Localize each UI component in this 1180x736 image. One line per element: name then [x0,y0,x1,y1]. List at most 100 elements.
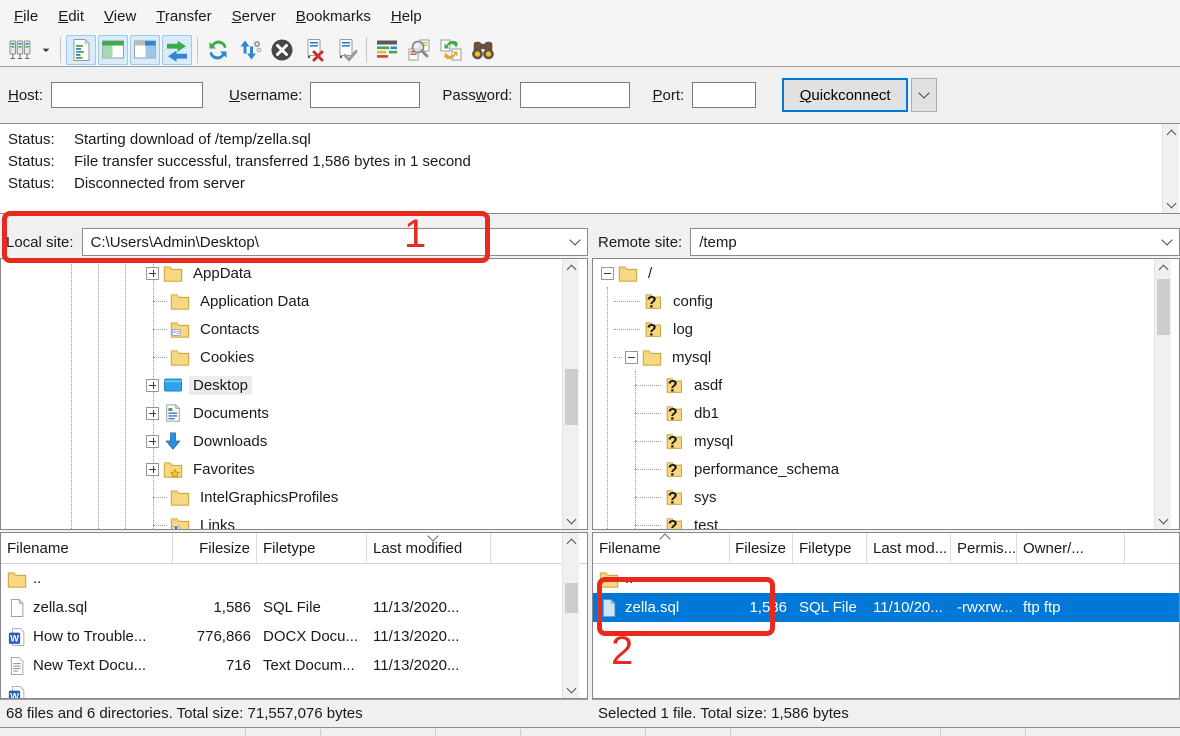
queue-column-divider [520,729,521,736]
reconnect-server-button[interactable] [331,35,361,65]
file-row-zella-sql[interactable]: zella.sql1,586SQL File11/13/2020... [1,593,587,622]
column-header-permis[interactable]: Permis... [951,533,1017,563]
expander-plus-icon[interactable] [146,435,159,448]
tree-item-db1[interactable]: ?db1 [593,399,1179,427]
process-transfer-queue-button[interactable] [235,35,265,65]
toggle-local-tree-button[interactable] [98,35,128,65]
tree-item-mysql[interactable]: ?mysql [593,427,1179,455]
quickconnect-dropdown-button[interactable] [911,78,937,112]
tree-item-documents[interactable]: Documents [1,399,587,427]
scroll-up-icon[interactable] [563,259,580,276]
column-header-filesize[interactable]: Filesize [173,533,257,563]
open-site-manager-button[interactable] [5,35,35,65]
file-row-how-to-trouble[interactable]: WHow to Trouble...776,866DOCX Docu...11/… [1,622,587,651]
expander-minus-icon[interactable] [625,351,638,364]
toggle-transfer-queue-button[interactable] [162,35,192,65]
tree-item-desktop[interactable]: Desktop [1,371,587,399]
downloads-icon [163,431,183,451]
tree-item-asdf[interactable]: ?asdf [593,371,1179,399]
tree-item-test[interactable]: ?test [593,511,1179,530]
toggle-remote-tree-button[interactable] [130,35,160,65]
column-header-label: Filename [599,540,661,557]
scroll-down-icon[interactable] [563,681,580,698]
username-input[interactable] [310,82,420,108]
cell-filesize: 776,866 [173,628,257,645]
column-header-filename[interactable]: Filename [593,533,730,563]
expander-plus-icon[interactable] [146,463,159,476]
remote-tree-scrollbar[interactable] [1154,259,1171,529]
scrollbar-thumb[interactable] [1157,279,1170,335]
directory-listing-filters-button[interactable] [372,35,402,65]
cell-filesize: 1,586 [173,599,257,616]
column-header-last-mod[interactable]: Last mod... [867,533,951,563]
scroll-up-icon[interactable] [1155,259,1172,276]
local-tree-scrollbar[interactable] [562,259,579,529]
scroll-up-icon[interactable] [1163,124,1180,141]
scroll-down-icon[interactable] [563,512,580,529]
expander-plus-icon[interactable] [146,407,159,420]
expander-plus-icon[interactable] [146,267,159,280]
svg-text:?: ? [668,518,678,531]
file-row-root[interactable]: .. [1,564,587,593]
menu-file[interactable]: File [4,3,48,30]
password-input[interactable] [520,82,630,108]
tree-item-appdata[interactable]: AppData [1,259,587,287]
refresh-file-lists-button[interactable] [203,35,233,65]
host-input[interactable] [51,82,203,108]
menu-transfer[interactable]: Transfer [146,3,221,30]
column-header-filetype[interactable]: Filetype [793,533,867,563]
column-header-filename[interactable]: Filename [1,533,173,563]
column-header-filesize[interactable]: Filesize [730,533,793,563]
port-input[interactable] [692,82,756,108]
cancel-operation-button[interactable] [267,35,297,65]
tree-item-application-data[interactable]: Application Data [1,287,587,315]
file-row-new-text-docu[interactable]: New Text Docu...716Text Docum...11/13/20… [1,651,587,680]
expander-minus-icon[interactable] [601,267,614,280]
tree-item-links[interactable]: Links [1,511,587,530]
directory-comparison-button[interactable] [404,35,434,65]
menu-edit[interactable]: Edit [48,3,94,30]
svg-text:W: W [10,691,19,699]
local-list-scrollbar[interactable] [562,533,579,698]
tree-item-config[interactable]: ?config [593,287,1179,315]
tree-item-downloads[interactable]: Downloads [1,427,587,455]
cell-filetype: DOCX Docu... [257,628,367,645]
tree-item-mysql[interactable]: mysql [593,343,1179,371]
tree-item-root[interactable]: / [593,259,1179,287]
scrollbar-thumb[interactable] [565,583,578,613]
menu-help[interactable]: Help [381,3,432,30]
scroll-up-icon[interactable] [563,533,580,550]
message-log-scrollbar[interactable] [1162,124,1179,213]
tree-item-contacts[interactable]: Contacts [1,315,587,343]
site-manager-dropdown-button[interactable] [37,35,55,65]
tree-connector [614,301,640,302]
disconnect-server-button[interactable] [299,35,329,65]
synchronized-browsing-button[interactable] [436,35,466,65]
queue-column-divider [645,729,646,736]
tree-item-sys[interactable]: ?sys [593,483,1179,511]
menu-server[interactable]: Server [222,3,286,30]
toggle-message-log-button[interactable] [66,35,96,65]
scrollbar-thumb[interactable] [565,369,578,425]
tree-item-intelgraphicsprofiles[interactable]: IntelGraphicsProfiles [1,483,587,511]
tree-item-favorites[interactable]: Favorites [1,455,587,483]
folder-icon [642,347,662,367]
find-files-button[interactable] [468,35,498,65]
menu-view[interactable]: View [94,3,146,30]
scroll-down-icon[interactable] [1155,512,1172,529]
column-header-last-modified[interactable]: Last modified [367,533,491,563]
tree-item-cookies[interactable]: Cookies [1,343,587,371]
tree-item-performance-schema[interactable]: ?performance_schema [593,455,1179,483]
toolbar [0,33,1180,67]
column-header-owner[interactable]: Owner/... [1017,533,1125,563]
remote-site-path: /temp [699,234,1163,251]
tree-item-log[interactable]: ?log [593,315,1179,343]
svg-text:W: W [10,633,19,643]
expander-plus-icon[interactable] [146,379,159,392]
column-header-filetype[interactable]: Filetype [257,533,367,563]
scroll-down-icon[interactable] [1163,196,1180,213]
remote-site-combo[interactable]: /temp [690,228,1180,256]
quickconnect-button[interactable]: Quickconnect [782,78,908,112]
tree-item-label: Application Data [196,292,313,311]
menu-bookmarks[interactable]: Bookmarks [286,3,381,30]
